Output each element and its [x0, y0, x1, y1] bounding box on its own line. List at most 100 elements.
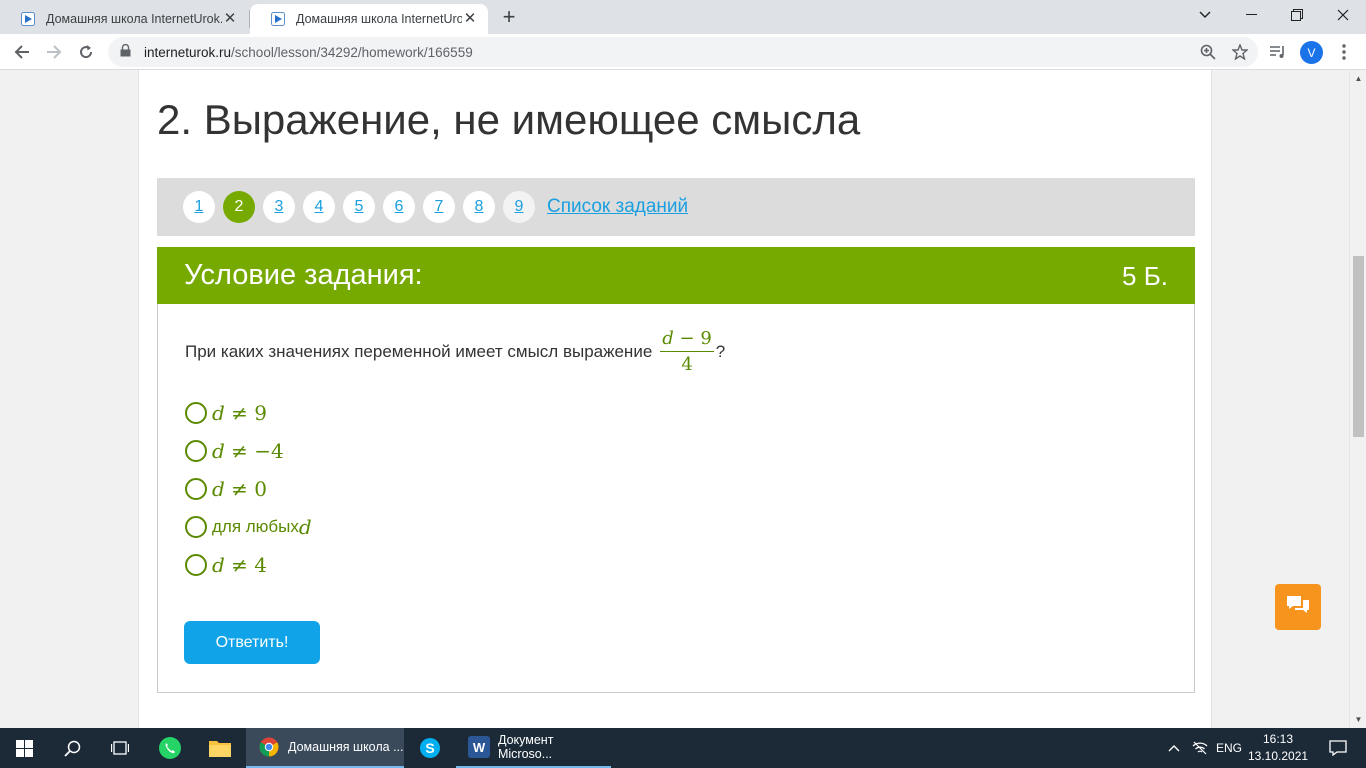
scroll-down-icon[interactable]: ▼ [1350, 711, 1366, 728]
tab-search-icon[interactable] [1182, 0, 1228, 30]
answer-option-4[interactable]: для любых d [185, 508, 312, 546]
fraction-numerator-rest: − 9 [673, 328, 712, 349]
windows-start-icon[interactable] [0, 728, 48, 768]
task-box: Условие задания: 5 Б. При каких значения… [157, 247, 1195, 693]
answer-option-2[interactable]: d ≠ −4 [185, 432, 312, 470]
page-link-4[interactable]: 4 [303, 191, 335, 223]
page-link-2-current[interactable]: 2 [223, 191, 255, 223]
url-host: interneturok.ru [144, 44, 232, 60]
scroll-up-icon[interactable]: ▲ [1350, 70, 1366, 87]
windows-taskbar: Домашняя школа ... S W Документ Microso.… [0, 728, 1366, 768]
task-view-icon[interactable] [96, 728, 144, 768]
option-variable: d [298, 515, 312, 539]
close-tab-icon[interactable]: ✕ [462, 11, 478, 27]
option-variable: d [212, 553, 225, 577]
page-link-6[interactable]: 6 [383, 191, 415, 223]
word-icon: W [468, 736, 490, 758]
browser-tab-bar: Домашняя школа InternetUrok.r ✕ Домашняя… [0, 0, 1366, 34]
option-variable: d [212, 401, 225, 425]
submit-answer-button[interactable]: Ответить! [184, 621, 320, 664]
taskbar-app-label: Документ Microso... [497, 733, 554, 761]
browser-tab-1[interactable]: Домашняя школа InternetUrok.r ✕ [0, 4, 248, 34]
skype-icon[interactable]: S [406, 728, 454, 768]
option-label: d ≠ −4 [212, 439, 284, 463]
tab-title: Домашняя школа InternetUrok.r [296, 12, 462, 26]
interneturok-favicon-icon [270, 11, 286, 27]
close-window-icon[interactable] [1320, 0, 1366, 30]
answer-option-1[interactable]: d ≠ 9 [185, 394, 312, 432]
question-text: При каких значениях переменной имеет смы… [185, 341, 653, 361]
forward-arrow-icon[interactable] [40, 38, 68, 66]
show-hidden-icons-icon[interactable] [1162, 728, 1186, 768]
option-label: d ≠ 9 [212, 401, 267, 425]
radio-button[interactable] [185, 516, 207, 538]
clock-date: 13.10.2021 [1248, 749, 1309, 763]
tab-title: Домашняя школа InternetUrok.r [46, 12, 222, 26]
answer-options: d ≠ 9 d ≠ −4 d ≠ 0 для любых d d ≠ 4 [185, 394, 312, 584]
page-viewport: 2. Выражение, не имеющее смысла 1 2 3 4 … [0, 70, 1349, 728]
chat-button[interactable] [1275, 584, 1321, 630]
lock-icon [120, 43, 134, 60]
option-variable: d [212, 439, 225, 463]
whatsapp-icon[interactable] [146, 728, 194, 768]
chat-icon [1285, 594, 1311, 621]
lesson-card: 2. Выражение, не имеющее смысла 1 2 3 4 … [138, 70, 1212, 728]
new-tab-icon[interactable]: + [498, 6, 520, 28]
page-scrollbar[interactable]: ▲ ▼ [1349, 70, 1366, 728]
more-menu-icon[interactable] [1330, 38, 1358, 66]
page-link-5[interactable]: 5 [343, 191, 375, 223]
language-indicator[interactable]: ENG [1216, 728, 1242, 768]
network-icon[interactable] [1188, 728, 1212, 768]
fraction: d − 9 4 [660, 328, 714, 375]
browser-tab-2[interactable]: Домашняя школа InternetUrok.r ✕ [250, 4, 488, 34]
option-expression: ≠ 0 [224, 477, 268, 501]
option-label: d [299, 515, 312, 539]
option-expression: ≠ 4 [224, 553, 268, 577]
question-mark: ? [715, 341, 726, 361]
page-link-3[interactable]: 3 [263, 191, 295, 223]
taskbar-app-chrome[interactable]: Домашняя школа ... [246, 728, 404, 768]
interneturok-favicon-icon [20, 11, 36, 27]
clock-time: 16:13 [1262, 732, 1294, 746]
minimize-icon[interactable] [1228, 0, 1274, 30]
page-link-8[interactable]: 8 [463, 191, 495, 223]
task-list-link[interactable]: Список заданий [547, 196, 688, 218]
page-link-9[interactable]: 9 [503, 191, 535, 223]
option-expression: ≠ −4 [224, 439, 284, 463]
task-header-title: Условие задания: [184, 259, 423, 291]
media-control-icon[interactable] [1264, 38, 1292, 66]
answer-option-5[interactable]: d ≠ 4 [185, 546, 312, 584]
address-bar[interactable]: interneturok.ru/school/lesson/34292/home… [108, 37, 1258, 67]
notifications-icon[interactable] [1318, 728, 1358, 768]
answer-option-3[interactable]: d ≠ 0 [185, 470, 312, 508]
restore-icon[interactable] [1274, 0, 1320, 30]
option-label: d ≠ 4 [212, 553, 267, 577]
radio-button[interactable] [185, 554, 207, 576]
fraction-variable: d [662, 328, 674, 349]
lesson-title: 2. Выражение, не имеющее смысла [157, 96, 861, 143]
radio-button[interactable] [185, 478, 207, 500]
page-link-1[interactable]: 1 [183, 191, 215, 223]
profile-avatar[interactable]: V [1300, 41, 1323, 64]
radio-button[interactable] [185, 402, 207, 424]
zoom-icon[interactable] [1194, 38, 1222, 66]
system-clock[interactable]: 16:13 13.10.2021 [1248, 731, 1308, 765]
close-tab-icon[interactable]: ✕ [222, 11, 238, 27]
reload-icon[interactable] [72, 38, 100, 66]
taskbar-app-word[interactable]: W Документ Microso... [456, 728, 611, 768]
browser-toolbar: interneturok.ru/school/lesson/34292/home… [0, 34, 1366, 70]
page-link-7[interactable]: 7 [423, 191, 455, 223]
fraction-denominator: 4 [681, 354, 693, 375]
task-header: Условие задания: 5 Б. [157, 247, 1195, 304]
search-icon[interactable] [48, 728, 96, 768]
option-expression: ≠ 9 [224, 401, 268, 425]
fraction-numerator: d − 9 [660, 328, 714, 352]
back-arrow-icon[interactable] [8, 38, 36, 66]
option-label: d ≠ 0 [212, 477, 267, 501]
bookmark-star-icon[interactable] [1226, 38, 1254, 66]
taskbar-app-label: Домашняя школа ... [288, 740, 404, 754]
file-explorer-icon[interactable] [196, 728, 244, 768]
option-text: для любых [212, 517, 299, 536]
scroll-thumb[interactable] [1353, 256, 1364, 437]
radio-button[interactable] [185, 440, 207, 462]
